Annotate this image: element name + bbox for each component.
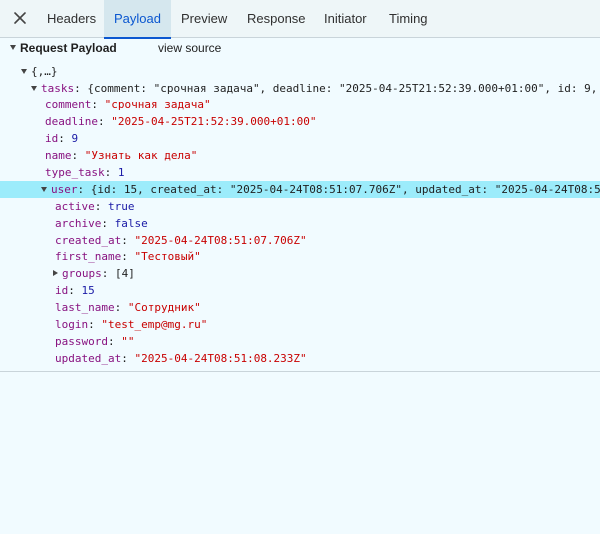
request-payload-header[interactable]: Request Payload xyxy=(10,40,117,56)
tasks-summary: {comment: "срочная задача", deadline: "2… xyxy=(87,82,598,95)
close-icon[interactable] xyxy=(11,9,29,27)
tree-row-id[interactable]: id: 9 xyxy=(0,130,600,147)
tree-row-tasks[interactable]: tasks: {comment: "срочная задача", deadl… xyxy=(0,80,600,97)
tree-row-type-task[interactable]: type_task: 1 xyxy=(0,164,600,181)
tree-row-user-created-at[interactable]: created_at: "2025-04-24T08:51:07.706Z" xyxy=(0,232,600,249)
tree-row-user-groups[interactable]: groups: [4] xyxy=(0,265,600,282)
tree-row-root[interactable]: {,…} xyxy=(0,63,600,80)
tree-row-user-password[interactable]: password: "" xyxy=(0,333,600,350)
tree-row-user-archive[interactable]: archive: false xyxy=(0,215,600,232)
section-title: Request Payload xyxy=(20,41,117,55)
collapsed-triangle-icon[interactable] xyxy=(53,270,58,276)
tree-row-name[interactable]: name: "Узнать как дела" xyxy=(0,147,600,164)
tab-initiator[interactable]: Initiator xyxy=(317,0,374,38)
tree-row-user-active[interactable]: active: true xyxy=(0,198,600,215)
tree-row-user[interactable]: user: {id: 15, created_at: "2025-04-24T0… xyxy=(0,181,600,198)
collapse-triangle-icon xyxy=(10,45,16,51)
tasks-key: tasks xyxy=(41,82,75,95)
expand-triangle-icon[interactable] xyxy=(41,186,47,192)
expand-triangle-icon[interactable] xyxy=(21,68,27,74)
user-key: user xyxy=(51,183,78,196)
tab-preview[interactable]: Preview xyxy=(174,0,234,38)
tree-row-deadline[interactable]: deadline: "2025-04-25T21:52:39.000+01:00… xyxy=(0,113,600,130)
tree-row-user-last-name[interactable]: last_name: "Сотрудник" xyxy=(0,299,600,316)
tab-bar: Headers Payload Preview Response Initiat… xyxy=(0,0,600,39)
tab-timing[interactable]: Timing xyxy=(382,0,435,38)
tree-row-user-id[interactable]: id: 15 xyxy=(0,282,600,299)
tab-payload[interactable]: Payload xyxy=(104,0,171,39)
expand-triangle-icon[interactable] xyxy=(31,85,37,91)
section-divider xyxy=(0,371,600,372)
tree-row-user-first-name[interactable]: first_name: "Тестовый" xyxy=(0,248,600,265)
view-source-link[interactable]: view source xyxy=(158,40,221,56)
tab-headers[interactable]: Headers xyxy=(40,0,103,38)
tree-row-user-updated-at[interactable]: updated_at: "2025-04-24T08:51:08.233Z" xyxy=(0,350,600,367)
tree-row-comment[interactable]: comment: "срочная задача" xyxy=(0,96,600,113)
tab-response[interactable]: Response xyxy=(240,0,313,38)
user-summary: {id: 15, created_at: "2025-04-24T08:51:0… xyxy=(90,183,600,196)
tree-row-user-login[interactable]: login: "test_emp@mg.ru" xyxy=(0,316,600,333)
